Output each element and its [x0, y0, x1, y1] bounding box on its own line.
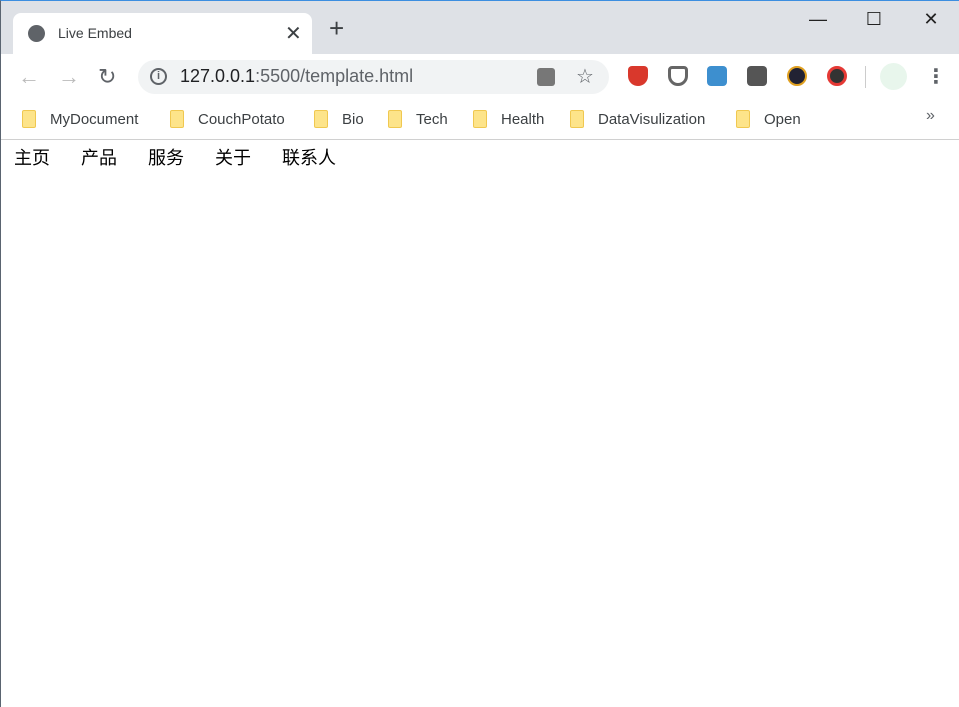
pocket-icon[interactable] [668, 66, 688, 86]
bookmark-folder[interactable]: CouchPotato [170, 109, 285, 129]
page-nav: 主页 产品 服务 关于 联系人 [14, 144, 367, 170]
s-extension-icon[interactable] [707, 66, 727, 86]
folder-icon [170, 110, 184, 128]
bookmark-label: MyDocument [50, 110, 139, 128]
bookmark-folder[interactable]: Bio [314, 109, 364, 129]
bookmark-folder[interactable]: Health [473, 109, 544, 129]
new-tab-button[interactable]: + [329, 15, 344, 41]
bookmark-folder[interactable]: DataVisulization [570, 109, 705, 129]
bookmarks-bar: MyDocument CouchPotato Bio Tech Health D… [1, 99, 959, 140]
bookmarks-overflow-button[interactable]: » [926, 107, 935, 125]
info-icon[interactable]: i [150, 68, 167, 85]
nav-products[interactable]: 产品 [81, 144, 117, 170]
nav-contact[interactable]: 联系人 [282, 144, 336, 170]
bookmark-label: Open [764, 110, 801, 128]
folder-icon [736, 110, 750, 128]
avatar[interactable] [880, 63, 907, 90]
close-window-button[interactable]: ✕ [916, 9, 946, 30]
reload-icon[interactable]: ↻ [98, 64, 116, 90]
bookmark-folder[interactable]: MyDocument [22, 109, 138, 129]
bookmark-folder[interactable]: Tech [388, 109, 448, 129]
bookmark-label: Tech [416, 110, 448, 128]
folder-icon [22, 110, 36, 128]
shield-extension-icon[interactable] [628, 66, 648, 86]
url-host: 127.0.0.1 [180, 66, 256, 86]
bookmark-label: CouchPotato [198, 110, 285, 128]
url-text[interactable]: 127.0.0.1:5500/template.html [180, 66, 413, 87]
back-icon[interactable]: ← [18, 64, 40, 90]
address-bar[interactable]: i 127.0.0.1:5500/template.html ☆ [138, 60, 609, 94]
folder-icon [473, 110, 487, 128]
nav-home[interactable]: 主页 [14, 144, 50, 170]
audio-extension-icon[interactable] [827, 66, 847, 86]
folder-icon [570, 110, 584, 128]
forward-icon[interactable]: → [58, 64, 80, 90]
youtube-extension-icon[interactable] [747, 66, 767, 86]
globe-icon [28, 25, 45, 42]
maximize-button[interactable]: ☐ [859, 9, 889, 30]
star-icon[interactable]: ☆ [576, 64, 594, 89]
more-menu-icon[interactable]: ⋮ [926, 64, 946, 89]
toolbar: ← → ↻ i 127.0.0.1:5500/template.html ☆ ⋮ [1, 54, 959, 99]
folder-icon [388, 110, 402, 128]
tab-title: Live Embed [58, 25, 132, 41]
tab-strip: Live Embed ✕ + — ☐ ✕ [1, 1, 959, 55]
nav-services[interactable]: 服务 [148, 144, 184, 170]
toolbar-divider [865, 66, 866, 88]
bookmark-folder[interactable]: Open [736, 109, 801, 129]
minimize-button[interactable]: — [803, 9, 833, 30]
download-extension-icon[interactable] [787, 66, 807, 86]
tab-live-embed[interactable]: Live Embed ✕ [13, 13, 312, 55]
bookmark-label: Health [501, 110, 545, 128]
bookmark-label: DataVisulization [598, 110, 706, 128]
bookmark-label: Bio [342, 110, 364, 128]
nav-about[interactable]: 关于 [215, 144, 251, 170]
url-path: :5500/template.html [255, 66, 414, 86]
close-tab-icon[interactable]: ✕ [285, 21, 302, 46]
folder-icon [314, 110, 328, 128]
translate-icon[interactable] [537, 68, 555, 86]
